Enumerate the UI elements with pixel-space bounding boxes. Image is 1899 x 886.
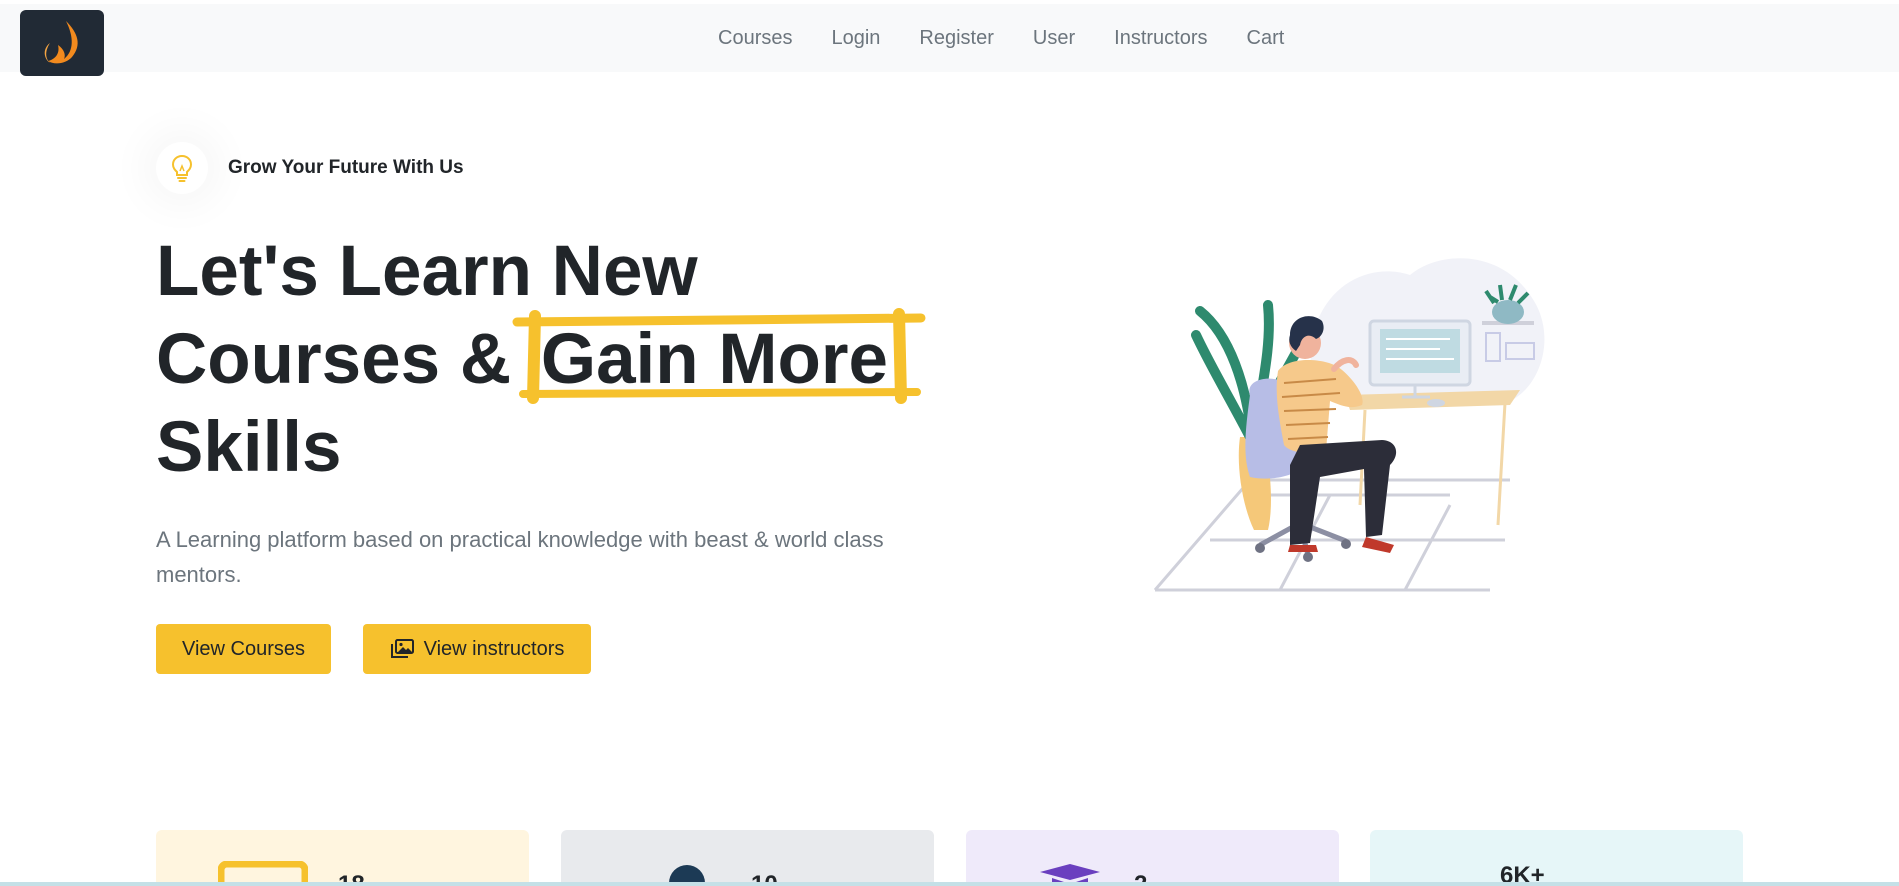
hero-title-line-3: Skills [156, 408, 342, 487]
person-at-desk-illustration [1150, 255, 1570, 600]
hero-title: Let's Learn New Courses & Gain More Skil… [156, 228, 956, 492]
view-instructors-label: View instructors [423, 637, 565, 660]
badge-text: Grow Your Future With Us [228, 157, 464, 178]
page-divider [0, 882, 1899, 886]
stat-card-instructors: 10 [561, 830, 934, 886]
stat-card-enrollments: 6K+ [1370, 830, 1743, 886]
nav-link-register[interactable]: Register [919, 27, 993, 50]
view-instructors-button[interactable]: View instructors [363, 624, 591, 674]
title-highlight-text: Gain More [540, 320, 889, 399]
title-highlight: Gain More [512, 308, 926, 404]
hero-title-line-2: Courses & Gain More [156, 308, 956, 404]
nav-links: Courses Login Register User Instructors … [718, 4, 1323, 72]
hero-title-line-2-text: Courses & [156, 320, 531, 399]
lightbulb-icon [156, 142, 208, 194]
nav-link-courses[interactable]: Courses [718, 27, 792, 50]
flame-logo-icon[interactable] [20, 10, 104, 76]
stat-card-students: 2 [966, 830, 1339, 886]
photo-gallery-icon [390, 639, 414, 658]
stat-card-courses: 18 [156, 830, 529, 886]
hero-title-line-1: Let's Learn New [156, 232, 698, 311]
nav-link-login[interactable]: Login [831, 27, 880, 50]
hero-badge: Grow Your Future With Us [156, 142, 464, 194]
nav-link-user[interactable]: User [1033, 27, 1075, 50]
view-courses-button[interactable]: View Courses [156, 624, 331, 674]
nav-link-cart[interactable]: Cart [1247, 27, 1285, 50]
hero-subtitle: A Learning platform based on practical k… [156, 527, 884, 587]
nav-link-instructors[interactable]: Instructors [1114, 27, 1207, 50]
navbar: Courses Login Register User Instructors … [0, 4, 1899, 76]
